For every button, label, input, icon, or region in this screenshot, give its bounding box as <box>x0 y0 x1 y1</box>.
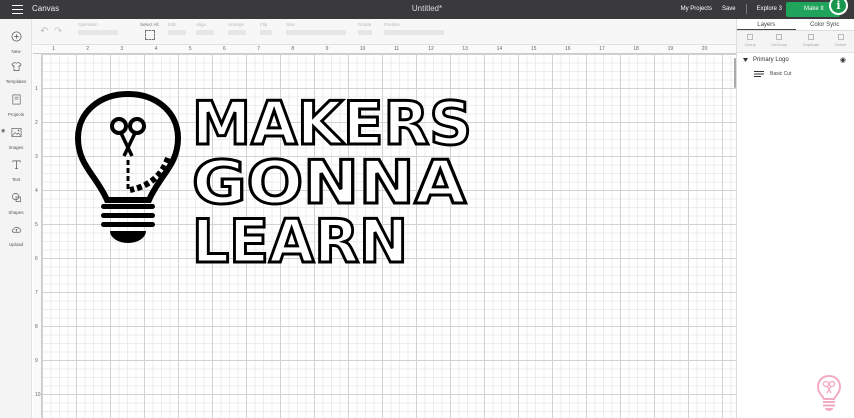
delete-button[interactable]: Delete <box>834 34 847 52</box>
tab-color-sync[interactable]: Color Sync <box>796 19 854 30</box>
ungroup-icon <box>776 34 783 40</box>
ungroup-button-label: UnGroup <box>771 42 788 47</box>
eye-icon[interactable]: ◉ <box>840 56 846 64</box>
canvas-scrollbar[interactable] <box>734 58 736 88</box>
layers-panel: Layers Color Sync Group UnGroup Duplicat… <box>736 19 854 418</box>
trash-icon <box>837 34 844 40</box>
chevron-down-icon[interactable] <box>743 58 748 62</box>
layer-item[interactable]: Basic Cut <box>737 67 854 81</box>
tab-layers[interactable]: Layers <box>737 19 796 30</box>
layer-thumbnail <box>754 71 764 77</box>
layer-actions: Group UnGroup Duplicate Delete <box>737 31 854 53</box>
panel-tabs: Layers Color Sync <box>737 19 854 31</box>
duplicate-button[interactable]: Duplicate <box>802 34 820 52</box>
ungroup-button[interactable]: UnGroup <box>771 34 787 52</box>
layer-group-name: Primary Logo <box>753 57 789 63</box>
layer-item-label: Basic Cut <box>770 71 792 77</box>
bulb-logo-icon <box>816 374 842 411</box>
group-button-label: Group <box>744 42 756 47</box>
design-text-learn[interactable]: LEARN <box>191 206 410 279</box>
layer-group-row[interactable]: Primary Logo ◉ <box>737 53 854 67</box>
delete-button-label: Delete <box>834 42 847 47</box>
group-button[interactable]: Group <box>745 34 756 52</box>
app-window: Canvas Untitled* My Projects Save Explor… <box>0 0 854 418</box>
duplicate-icon <box>808 34 815 40</box>
group-icon <box>747 34 754 40</box>
lightbulb-scissors-icon <box>74 90 182 243</box>
design-artwork[interactable]: MAKERS GONNA LEARN <box>0 0 854 418</box>
duplicate-button-label: Duplicate <box>802 42 820 47</box>
